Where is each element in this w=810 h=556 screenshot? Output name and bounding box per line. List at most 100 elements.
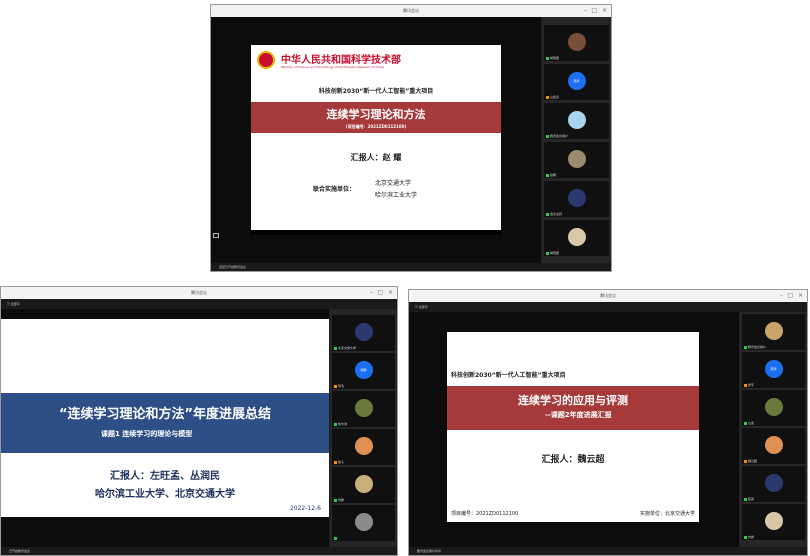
close-icon[interactable]: × [388, 287, 393, 299]
participant-name: 徐子 [338, 460, 345, 464]
participant-tile[interactable]: 胡瑞国 [544, 220, 609, 256]
title-band: 连续学习理论和方法 (项目编号：2021ZD0112100) [251, 102, 501, 133]
org-en: Ministry of Science and Technology of th… [281, 65, 384, 69]
participant-tile[interactable] [332, 505, 395, 541]
project-number: 项目编号：2021ZD0112100 [451, 511, 519, 517]
avatar [354, 399, 373, 417]
avatar: 周清 [764, 360, 783, 378]
slide-title: 连续学习的应用与评测 [518, 394, 628, 407]
avatar: 周清 [567, 72, 586, 90]
avatar [567, 228, 586, 246]
avatar [354, 437, 373, 455]
reporter: 汇报人：赵 耀 [350, 153, 402, 162]
status-bar: 腾讯会议用户共享 [409, 547, 807, 555]
window-title: 腾讯会议 [211, 5, 611, 17]
slide-subtitle: 课题1 连续学习的理论与模型 [101, 430, 193, 438]
participant-tile[interactable]: 周清 张宇 [742, 352, 805, 388]
participant-tile[interactable]: 陈亮 [742, 466, 805, 502]
avatar: 张鹏 [354, 361, 373, 379]
participant-tile[interactable]: 腾讯会议用户 [742, 314, 805, 350]
participant-name: 胡瑞国 [550, 56, 560, 60]
participant-name: 陈亮 [748, 497, 755, 501]
maximize-icon[interactable]: □ [787, 290, 793, 302]
reporter: 汇报人：左旺孟、丛润民 [110, 471, 220, 482]
close-icon[interactable]: × [602, 5, 607, 17]
meeting-window-2: 腾讯会议 – □ × ☰ 全部字 “连续学习理论和方法”年度进展总结 课题1 连… [0, 286, 398, 556]
window-title: 腾讯会议 [409, 290, 807, 302]
participant-name: 腾讯会议用户 [550, 134, 569, 138]
reporter: 汇报人：魏云超 [541, 455, 605, 465]
avatar [567, 33, 586, 51]
maximize-icon[interactable]: □ [591, 5, 597, 17]
participant-name: 魏云超 [748, 459, 758, 463]
avatar [354, 513, 373, 531]
participant-tile[interactable]: 胡瑞国 [544, 25, 609, 61]
participant-name: 腾讯会议用户 [748, 345, 767, 349]
meeting-window-3: 腾讯会议 – □ × ☰ 全部字 科技创新2030“新一代人工智能”重大项目 连… [408, 289, 808, 556]
avatar [567, 111, 586, 129]
participant-name: 哈尔滨 [338, 422, 348, 426]
window-title: 腾讯会议 [1, 287, 397, 299]
shared-slide: “连续学习理论和方法”年度进展总结 课题1 连续学习的理论与模型 汇报人：左旺孟… [1, 319, 329, 517]
participant-tile[interactable]: 腾讯会议用户 [544, 103, 609, 139]
avatar [764, 512, 783, 530]
toolbar-label: 全部字 [10, 302, 20, 306]
participant-panel: 腾讯会议用户 周清 张宇 山会 魏云超 陈亮 刘成 [740, 312, 807, 549]
participant-tile[interactable]: 哈尔滨 [332, 391, 395, 427]
impl-unit: 实施单位：北京交通大学 [639, 511, 695, 517]
avatar [764, 436, 783, 454]
program-title: 科技创新2030“新一代人工智能”重大项目 [318, 88, 434, 95]
maximize-icon[interactable]: □ [377, 287, 383, 299]
participant-name: 山会 [748, 421, 755, 425]
participant-tile[interactable]: 周清山会议 [544, 64, 609, 100]
participant-tile[interactable]: 刘鹏 [332, 467, 395, 503]
minimize-icon[interactable]: – [780, 290, 783, 302]
share-toolbar[interactable]: ☰ 全部字 [409, 302, 807, 312]
emblem-icon [257, 51, 275, 69]
participant-tile[interactable]: 徐子 [332, 429, 395, 465]
units: 哈尔滨工业大学、北京交通大学 [95, 489, 235, 500]
participant-name: 刘鹏 [338, 498, 345, 502]
participant-name: 周清 [338, 384, 345, 388]
toolbar-label: 全部字 [418, 305, 428, 309]
unit-1: 北京交通大学 [375, 180, 412, 187]
participant-tile[interactable]: 魏云超 [742, 428, 805, 464]
slide-title: “连续学习理论和方法”年度进展总结 [58, 407, 272, 422]
avatar [764, 322, 783, 340]
title-band: 连续学习的应用与评测 --课题2年度进展汇报 [447, 386, 699, 430]
minimize-icon[interactable]: – [584, 5, 587, 17]
participant-name: 山会议 [550, 95, 560, 99]
minimize-icon[interactable]: – [370, 287, 373, 299]
slide-subtitle: --课题2年度进展汇报 [545, 411, 612, 419]
status-bar: 连接已开启腾讯会议 [211, 263, 611, 271]
participant-tile[interactable]: 刘成 [742, 504, 805, 540]
program-title: 科技创新2030“新一代人工智能”重大项目 [451, 372, 566, 379]
org-cn: 中华人民共和国科学技术部 [281, 55, 401, 66]
share-toolbar-icon[interactable] [213, 233, 219, 238]
participant-panel: 北京交通大学 张鹏周清 哈尔滨 徐子 刘鹏 [330, 309, 397, 549]
close-icon[interactable]: × [798, 290, 803, 302]
shared-slide: 中华人民共和国科学技术部 Ministry of Science and Tec… [251, 45, 501, 230]
avatar [354, 475, 373, 493]
share-toolbar[interactable]: ☰ 全部字 [1, 299, 397, 309]
avatar [764, 398, 783, 416]
status-bar: 已开启腾讯会议 [1, 547, 397, 555]
participant-name: 北京交通大学 [338, 346, 357, 350]
joint-label: 联合实施单位： [313, 186, 356, 193]
participant-name: 胡瑞国 [550, 251, 560, 255]
participant-tile[interactable]: 张鹏周清 [332, 353, 395, 389]
participant-tile[interactable]: 山会 [742, 390, 805, 426]
slide-title: 连续学习理论和方法 [326, 108, 426, 121]
participant-tile[interactable]: 北京交通大学 [332, 315, 395, 351]
avatar [354, 323, 373, 341]
participant-tile[interactable]: 赵耀 [544, 142, 609, 178]
participant-name: 会议主持 [550, 212, 563, 216]
project-number: (项目编号：2021ZD0112100) [345, 124, 407, 129]
shared-slide: 科技创新2030“新一代人工智能”重大项目 连续学习的应用与评测 --课题2年度… [447, 332, 699, 522]
avatar [567, 189, 586, 207]
avatar [764, 474, 783, 492]
meeting-window-1: 腾讯会议 – □ × 中华人民共和国科学技术部 Ministry of Scie… [210, 4, 612, 272]
participant-tile[interactable]: 会议主持 [544, 181, 609, 217]
unit-2: 哈尔滨工业大学 [375, 192, 418, 199]
date: 2022-12-6 [289, 505, 321, 512]
